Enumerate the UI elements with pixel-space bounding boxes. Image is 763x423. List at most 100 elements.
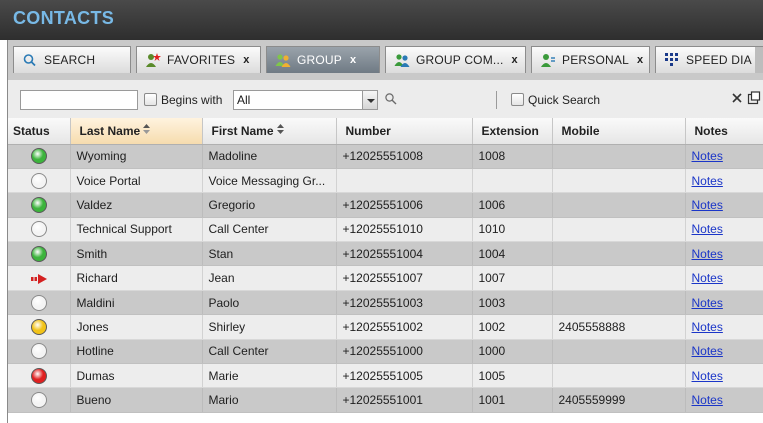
column-header-notes[interactable]: Notes [685,118,763,145]
mobile-cell [552,290,686,316]
tab-search[interactable]: SEARCH [13,46,131,73]
number-cell: +12025551004 [336,241,473,267]
last-name-cell: Jones [70,314,203,340]
search-icon[interactable] [384,92,398,106]
extension-cell: 1008 [472,144,553,169]
status-cell [8,192,71,218]
first-name-cell: Call Center [202,339,337,365]
number-cell [336,168,473,194]
search-icon [22,52,38,68]
search-bar: Begins with All Quick Search [7,80,763,118]
column-header-number[interactable]: Number [336,118,473,145]
mobile-cell [552,168,686,194]
notes-link[interactable]: Notes [692,320,723,334]
tab-group[interactable]: GROUP x [266,46,380,73]
group-common-icon [394,52,410,68]
column-header-first-name[interactable]: First Name [202,118,337,145]
notes-link[interactable]: Notes [692,296,723,310]
notes-cell: Notes [685,387,763,413]
tab-label: GROUP COM... [416,53,504,67]
column-header-last-name[interactable]: Last Name [70,118,203,145]
tab-group-common[interactable]: GROUP COM... x [385,46,526,73]
first-name-cell: Jean [202,265,337,291]
notes-cell: Notes [685,314,763,340]
mobile-cell [552,217,686,243]
last-name-cell: Technical Support [70,217,203,243]
table-row[interactable]: Bueno Mario +12025551001 1001 2405559999 Note… [8,387,763,413]
table-row[interactable]: Richard Jean +12025551007 1007 Notes [8,265,763,291]
close-icon[interactable]: x [512,54,518,66]
column-header-extension[interactable]: Extension [472,118,553,145]
close-icon[interactable]: x [637,54,643,66]
status-offline-icon [30,392,47,409]
notes-link[interactable]: Notes [692,149,723,163]
quick-search-label: Quick Search [528,93,601,107]
table-row[interactable]: Technical Support Call Center +12025551010… [8,217,763,243]
table-row[interactable]: Wyoming Madoline +12025551008 1008 Notes [8,144,763,169]
number-cell: +12025551001 [336,387,473,413]
notes-cell: Notes [685,192,763,218]
extension-cell: 1005 [472,363,553,389]
tab-personal[interactable]: PERSONAL x [531,46,650,73]
last-name-cell: Hotline [70,339,203,365]
tab-speed-dial[interactable]: SPEED DIA [655,46,763,73]
tab-overflow-scroll[interactable] [755,47,763,73]
notes-cell: Notes [685,144,763,169]
number-cell: +12025551010 [336,217,473,243]
last-name-cell: Maldini [70,290,203,316]
column-header-mobile[interactable]: Mobile [552,118,686,145]
status-cell [8,168,71,194]
number-cell: +12025551005 [336,363,473,389]
begins-with-label: Begins with [161,93,223,107]
app-header: CONTACTS [0,0,763,40]
extension-cell: 1000 [472,339,553,365]
extension-cell: 1002 [472,314,553,340]
extension-cell: 1001 [472,387,553,413]
begins-with-checkbox[interactable] [144,93,157,106]
last-name-cell: Valdez [70,192,203,218]
status-offline-icon [30,172,47,189]
table-row[interactable]: Smith Stan +12025551004 1004 Notes [8,241,763,267]
first-name-cell: Voice Messaging Gr... [202,168,337,194]
column-header-label: First Name [211,123,274,138]
number-cell: +12025551006 [336,192,473,218]
notes-link[interactable]: Notes [692,198,723,212]
notes-link[interactable]: Notes [692,247,723,261]
toolbar-divider [496,91,497,109]
close-icon[interactable]: x [350,54,356,66]
notes-link[interactable]: Notes [692,344,723,358]
number-cell: +12025551003 [336,290,473,316]
tab-label: GROUP [297,53,343,67]
chevron-down-icon[interactable] [362,90,378,110]
mobile-cell [552,144,686,169]
table-row[interactable]: Maldini Paolo +12025551003 1003 Notes [8,290,763,316]
notes-link[interactable]: Notes [692,174,723,188]
table-row[interactable]: Valdez Gregorio +12025551006 1006 Notes [8,192,763,218]
status-cell [8,241,71,267]
notes-cell: Notes [685,265,763,291]
clear-icon[interactable] [730,91,744,105]
table-row[interactable]: Voice Portal Voice Messaging Gr... Notes [8,168,763,194]
first-name-cell: Gregorio [202,192,337,218]
table-row[interactable]: Dumas Marie +12025551005 1005 Notes [8,363,763,389]
close-icon[interactable]: x [243,54,249,66]
personal-icon [540,52,556,68]
notes-cell: Notes [685,339,763,365]
first-name-cell: Shirley [202,314,337,340]
last-name-cell: Richard [70,265,203,291]
notes-link[interactable]: Notes [692,369,723,383]
search-input[interactable] [20,90,138,110]
filter-select[interactable]: All [233,90,363,110]
popout-icon[interactable] [747,91,761,105]
tab-favorites[interactable]: FAVORITES x [136,46,261,73]
notes-link[interactable]: Notes [692,271,723,285]
column-header-status[interactable]: Status [8,118,71,145]
directory-tab-bar: SEARCH FAVORITES x GROUP x GROUP COM... … [7,40,763,80]
table-row[interactable]: Jones Shirley +12025551002 1002 2405558888 No… [8,314,763,340]
status-cell [8,363,71,389]
table-row[interactable]: Hotline Call Center +12025551000 1000 Notes [8,339,763,365]
notes-link[interactable]: Notes [692,393,723,407]
first-name-cell: Mario [202,387,337,413]
quick-search-checkbox[interactable] [511,93,524,106]
notes-link[interactable]: Notes [692,222,723,236]
